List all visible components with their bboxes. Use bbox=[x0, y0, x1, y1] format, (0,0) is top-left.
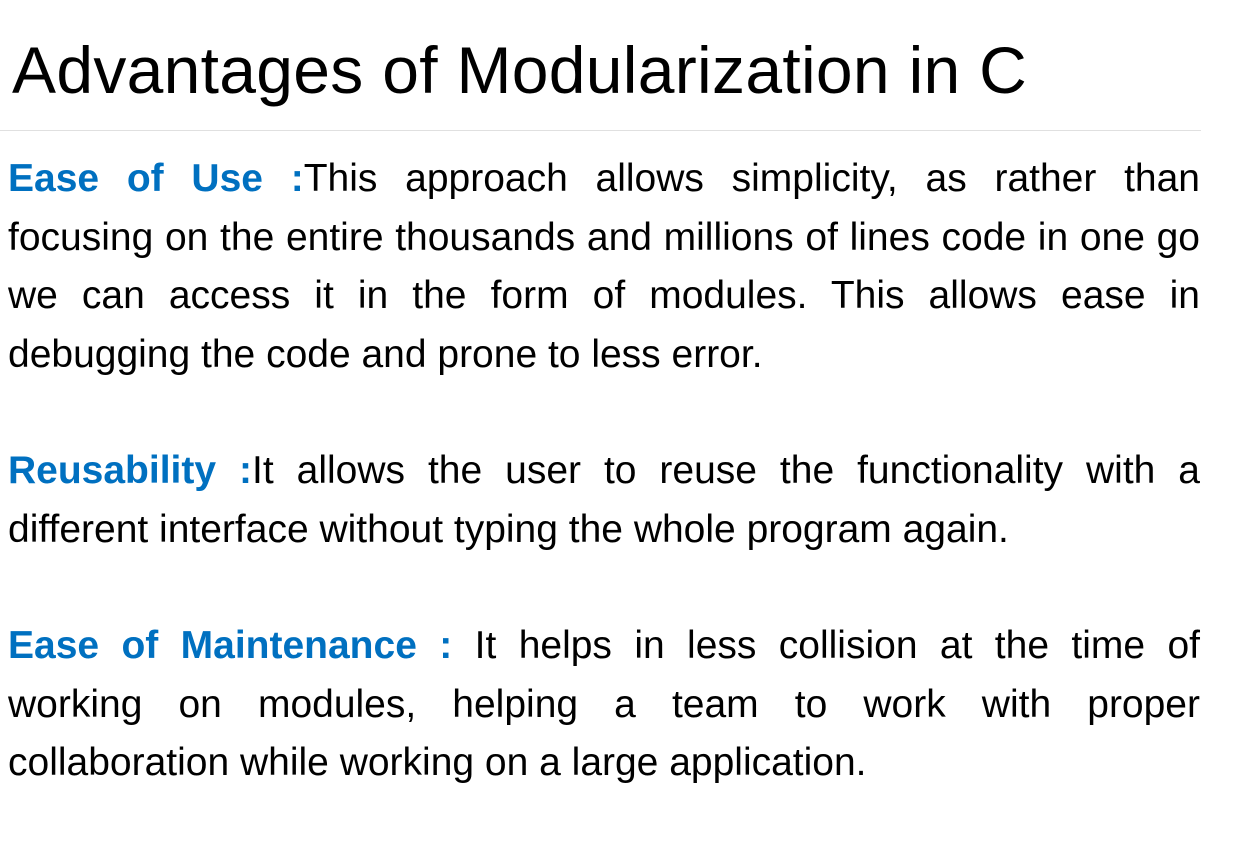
point-term: Reusability : bbox=[8, 449, 253, 492]
title-divider bbox=[0, 130, 1201, 131]
point-term: Ease of Use : bbox=[8, 157, 304, 200]
slide-title: Advantages of Modularization in C bbox=[12, 33, 1028, 107]
point-ease-of-maintenance: Ease of Maintenance : It helps in less c… bbox=[8, 617, 1200, 793]
slide: Advantages of Modularization in C Ease o… bbox=[0, 0, 1235, 865]
point-reusability: Reusability :It allows the user to reuse… bbox=[8, 442, 1200, 559]
point-term: Ease of Maintenance : bbox=[8, 624, 453, 667]
slide-content: Ease of Use :This approach allows simpli… bbox=[8, 150, 1200, 851]
point-ease-of-use: Ease of Use :This approach allows simpli… bbox=[8, 150, 1200, 384]
